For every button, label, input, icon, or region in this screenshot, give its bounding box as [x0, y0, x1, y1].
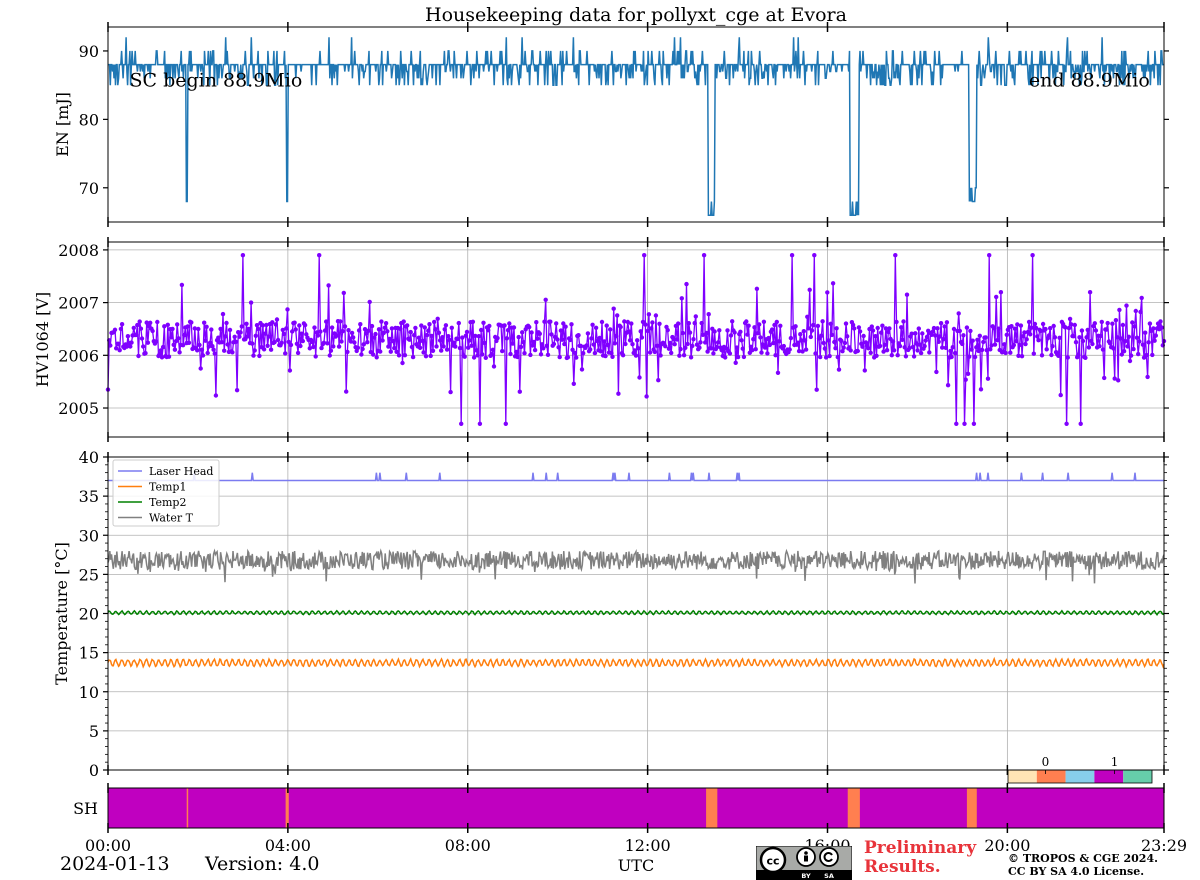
energy-ytick-label: 90	[79, 42, 99, 61]
temperature-legend: Laser Head Temp1 Temp2 Water T	[112, 459, 220, 527]
legend-label: Temp1	[149, 481, 186, 494]
preliminary-results-label: Preliminary Results.	[864, 838, 977, 877]
svg-text:cc: cc	[766, 855, 779, 868]
colorbar-segment	[1094, 770, 1124, 783]
hv-ytick-label: 2008	[58, 241, 99, 260]
energy-annotation: end 88.9Mio	[1029, 70, 1150, 92]
temperature-series-line-temp2	[107, 609, 1165, 616]
temperature-ytick-label: 0	[89, 761, 99, 780]
chart-title: Housekeeping data for pollyxt_cge at Evo…	[425, 4, 847, 26]
svg-text:BY: BY	[801, 872, 811, 880]
sh-state-event	[966, 788, 977, 828]
time-tick-label: 08:00	[445, 836, 491, 855]
legend-label: Laser Head	[149, 465, 213, 478]
hv-ytick-label: 2005	[58, 399, 99, 418]
temperature-ylabel: Temperature [°C]	[52, 542, 71, 685]
temperature-series-line-water-t	[107, 548, 1165, 584]
date-label: 2024-01-13	[60, 853, 170, 875]
temperature-ytick-label: 25	[79, 565, 99, 584]
energy-ytick-label: 80	[79, 110, 99, 129]
temperature-ytick-label: 40	[79, 448, 99, 467]
housekeeping-figure: Housekeeping data for pollyxt_cge at Evo…	[33, 4, 1187, 875]
temperature-series-line-temp1	[107, 656, 1165, 669]
text-layer: Housekeeping data for pollyxt_cge at Evo…	[33, 4, 1187, 875]
hv-ytick-label: 2007	[58, 294, 99, 313]
energy-annotation: SC begin 88.9Mio	[129, 70, 302, 92]
sh-state-event	[285, 788, 289, 828]
sh-ylabel: SH	[73, 799, 98, 818]
sh-state-event	[706, 788, 718, 828]
sh-state-event	[186, 788, 189, 828]
sh-state-event	[847, 788, 860, 828]
sh-state-background	[108, 788, 1164, 828]
time-axis-label: UTC	[618, 856, 654, 875]
hv-ylabel: HV1064 [V]	[33, 292, 52, 387]
temperature-ytick-label: 10	[79, 683, 99, 702]
legend-label: Water T	[149, 512, 194, 525]
time-tick-label: 12:00	[625, 836, 671, 855]
grid-layer	[108, 242, 1164, 771]
temperature-ytick-label: 20	[79, 605, 99, 624]
temperature-ytick-label: 30	[79, 526, 99, 545]
energy-series-line	[108, 37, 1164, 216]
colorbar-tick-label: 1	[1111, 755, 1119, 769]
colorbar-segment	[1008, 770, 1037, 783]
cc-by-sa-icon: cc BY SA	[756, 846, 852, 880]
version-label: Version: 4.0	[205, 853, 320, 875]
colorbar-segment	[1065, 770, 1095, 783]
legend-label: Temp2	[149, 496, 186, 509]
hv-ytick-label: 2006	[58, 346, 99, 365]
svg-text:SA: SA	[824, 872, 834, 880]
copyright-label: © TROPOS & CGE 2024. CC BY SA 4.0 Licens…	[1008, 852, 1158, 878]
energy-ylabel: EN [mJ]	[53, 92, 72, 157]
colorbar-tick-label: 0	[1042, 755, 1050, 769]
energy-ytick-label: 70	[79, 179, 99, 198]
colorbar-segment	[1036, 770, 1066, 783]
temperature-ytick-label: 35	[79, 487, 99, 506]
colorbar-segment	[1123, 770, 1152, 783]
temperature-ytick-label: 5	[89, 722, 99, 741]
temperature-ytick-label: 15	[79, 644, 99, 663]
temperature-series-line-laser-head	[108, 472, 1164, 482]
axes-layer	[103, 22, 1169, 833]
